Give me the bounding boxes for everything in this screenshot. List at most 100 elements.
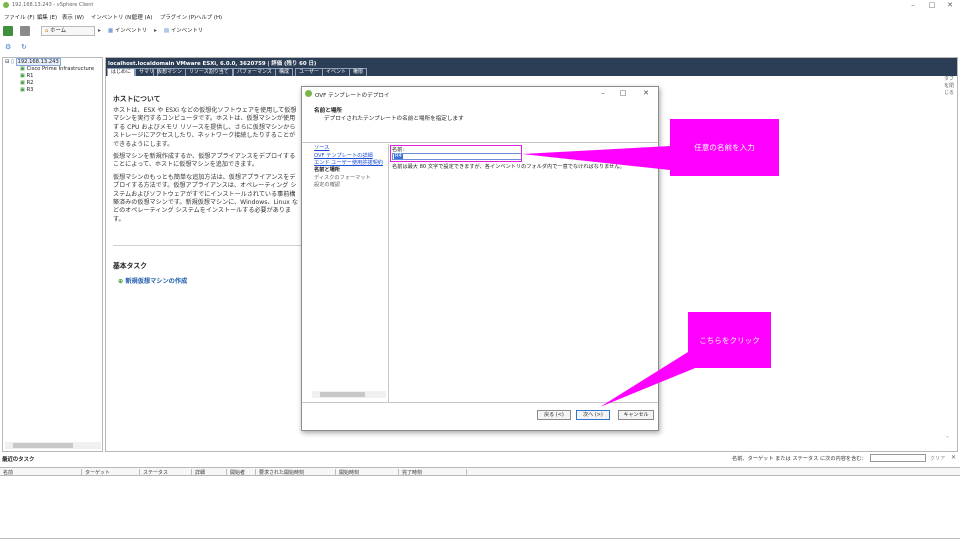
back-button[interactable]: 戻る (<): [537, 410, 571, 420]
about-host-section: ホストについて ホストは、ESX や ESXi などの仮想化ソフトウェアを使用し…: [113, 93, 301, 224]
window-title-bar: 192.168.13.243 - vSphere Client – □ ✕: [0, 0, 960, 10]
menu-plugins[interactable]: プラグイン (P): [160, 13, 196, 21]
basic-tasks-heading: 基本タスク: [113, 262, 147, 270]
column-separator: [191, 469, 192, 476]
basic-tasks-section: 基本タスク: [113, 260, 147, 270]
tab-performance[interactable]: パフォーマンス: [233, 68, 276, 76]
tab-getting-started[interactable]: はじめに: [107, 68, 136, 76]
dialog-title-bar: OVF テンプレートのデプロイ – □ ✕: [302, 87, 658, 101]
step-ovf-details[interactable]: OVF テンプレートの詳細: [314, 152, 373, 159]
about-paragraph-3: 仮想マシンのもっとも簡単な追加方法は、仮想アプライアンスをデプロイする方法です。…: [113, 173, 298, 223]
tree-item-r3[interactable]: ▣ R3: [20, 87, 33, 93]
create-vm-task-link[interactable]: ⊕ 新規仮想マシンの作成: [118, 276, 187, 285]
column-separator: [398, 469, 399, 476]
column-completed-time[interactable]: 完了時刻: [402, 469, 422, 476]
close-icon[interactable]: ✕: [943, 1, 957, 9]
step-name-location: 名前と場所: [314, 167, 340, 173]
tab-permissions[interactable]: 権限: [349, 68, 368, 76]
menu-edit[interactable]: 編集 (E): [37, 13, 57, 21]
forward-nav-icon[interactable]: [20, 26, 30, 36]
tab-configuration[interactable]: 構成: [275, 68, 294, 76]
menu-file[interactable]: ファイル (F): [4, 13, 35, 21]
tab-vms[interactable]: 仮想マシン: [153, 68, 187, 76]
about-paragraph-1: ホストは、ESX や ESXi などの仮想化ソフトウェアを使用して仮想マシンを実…: [113, 107, 297, 148]
content-vertical-scrollbar[interactable]: ˄ ˅: [946, 86, 954, 446]
column-separator: [466, 469, 467, 476]
scrollbar-thumb[interactable]: [320, 392, 365, 397]
hosts-icon: ▤: [164, 28, 170, 34]
column-requested-start[interactable]: 要求された開始時刻: [259, 469, 304, 476]
clear-filter-button[interactable]: クリア: [930, 455, 945, 462]
callout-click-here: こちらをクリック: [688, 312, 771, 368]
column-initiator[interactable]: 開始者: [230, 469, 245, 476]
vm-icon: ▣: [20, 80, 25, 86]
minimize-icon[interactable]: –: [906, 1, 920, 9]
tasks-table-body: [0, 477, 960, 539]
vsphere-app-icon: [3, 2, 9, 8]
column-separator: [255, 469, 256, 476]
callout-enter-name: 任意の名前を入力: [670, 119, 779, 176]
breadcrumb-inventory-hosts[interactable]: ▤ インベントリ: [160, 26, 210, 36]
column-separator: [226, 469, 227, 476]
menu-inventory[interactable]: インベントリ (N): [91, 13, 133, 21]
scrollbar-thumb[interactable]: [13, 443, 73, 448]
navigation-bar: ⌂ ホーム ▸ ▦ インベントリ ▸ ▤ インベントリ: [0, 24, 960, 38]
host-icon: ▯: [11, 59, 14, 65]
tree-root[interactable]: ⊟ ▯ 192.168.13.243: [5, 58, 61, 66]
scroll-up-icon[interactable]: ˄: [946, 86, 949, 93]
filter-input[interactable]: [870, 454, 926, 462]
step-eula[interactable]: エンド ユーザー使用許諾契約: [314, 159, 383, 166]
vm-icon: ▣: [20, 66, 25, 72]
home-icon: ⌂: [45, 28, 49, 34]
menu-bar: ファイル (F) 編集 (E) 表示 (W) インベントリ (N) 管理 (A)…: [0, 11, 960, 22]
breadcrumb-home[interactable]: ⌂ ホーム: [41, 26, 95, 36]
add-host-icon[interactable]: ⚙: [5, 43, 13, 51]
collapse-icon[interactable]: ⊟: [5, 59, 9, 65]
dialog-title: OVF テンプレートのデプロイ: [315, 93, 390, 99]
refresh-icon[interactable]: ↻: [21, 43, 29, 51]
step-review: 設定の確認: [314, 182, 340, 188]
column-details[interactable]: 詳細: [195, 469, 205, 476]
column-separator: [81, 469, 82, 476]
menu-help[interactable]: ヘルプ (H): [196, 13, 222, 21]
maximize-icon[interactable]: □: [925, 1, 939, 9]
scroll-down-icon[interactable]: ˅: [946, 436, 949, 443]
cancel-button[interactable]: キャンセル: [618, 410, 654, 420]
breadcrumb-separator-icon: ▸: [154, 27, 158, 34]
step-heading: 名前と場所: [314, 108, 342, 114]
steps-horizontal-scrollbar[interactable]: [312, 391, 386, 398]
tree-item-cisco-prime[interactable]: ▣ Cisco Prime Infrastructure: [20, 66, 94, 72]
inventory-icon: ▦: [108, 28, 114, 34]
host-title: localhost.localdomain VMware ESXi, 6.0.0…: [108, 61, 317, 67]
back-nav-icon[interactable]: [3, 26, 13, 36]
ovf-app-icon: [305, 90, 312, 97]
tab-events[interactable]: イベント: [322, 68, 351, 76]
tasks-table-header: 名前 ターゲット ステータス 詳細 開始者 要求された開始時刻 開始時刻 完了時…: [0, 467, 960, 476]
column-name[interactable]: 名前: [3, 469, 13, 476]
dialog-maximize-icon[interactable]: □: [616, 89, 630, 97]
column-start-time[interactable]: 開始時刻: [339, 469, 359, 476]
tab-resource-allocation[interactable]: リソース割り当て: [185, 68, 233, 76]
name-help-text: 名前は最大 80 文字で設定できますが、各インベントリのフォルダ内で一意でなけれ…: [392, 164, 625, 170]
tree-item-r2[interactable]: ▣ R2: [20, 80, 33, 86]
column-separator: [139, 469, 140, 476]
step-source[interactable]: ソース: [314, 144, 329, 151]
breadcrumb-inventory[interactable]: ▦ インベントリ: [104, 26, 154, 36]
column-status[interactable]: ステータス: [143, 469, 168, 476]
tab-users[interactable]: ユーザー: [295, 68, 323, 76]
recent-tasks-panel: 最近のタスク 名前、ターゲット または ステータス に次の内容を含む： クリア …: [0, 453, 960, 540]
tree-item-r1[interactable]: ▣ R1: [20, 73, 33, 79]
menu-view[interactable]: 表示 (W): [62, 13, 84, 21]
new-vm-icon: ⊕: [118, 278, 124, 285]
next-button[interactable]: 次へ (>): [576, 410, 610, 420]
section-divider: [113, 245, 301, 246]
tree-horizontal-scrollbar[interactable]: [5, 442, 101, 449]
about-heading: ホストについて: [113, 95, 161, 103]
close-panel-icon[interactable]: ✕: [951, 454, 956, 461]
column-separator: [335, 469, 336, 476]
dialog-close-icon[interactable]: ✕: [639, 89, 653, 97]
dialog-minimize-icon[interactable]: –: [596, 89, 610, 97]
dialog-footer: 戻る (<) 次へ (>) キャンセル: [302, 402, 658, 430]
column-target[interactable]: ターゲット: [85, 469, 110, 476]
menu-admin[interactable]: 管理 (A): [132, 13, 152, 21]
